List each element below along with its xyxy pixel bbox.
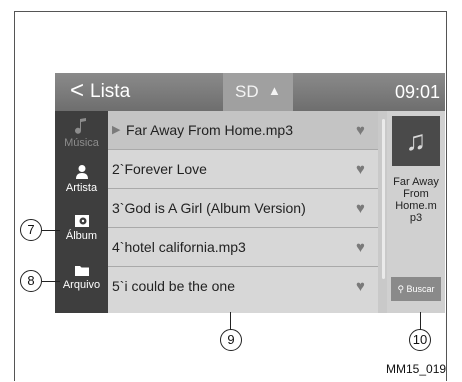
list-item[interactable]: 3`God is A Girl (Album Version) ♥	[108, 189, 378, 228]
header-bar: < Lista SD ▲ 09:01	[55, 73, 445, 111]
sidebar-item-arquivo[interactable]: Arquivo	[55, 258, 108, 308]
callout-7-leader	[42, 230, 60, 231]
person-icon	[75, 165, 88, 179]
sidebar-item-label: Artista	[65, 182, 98, 194]
track-title: 3`God is A Girl (Album Version)	[112, 200, 306, 216]
music-note-icon	[74, 118, 86, 134]
track-title: Far Away From Home.mp3	[126, 122, 294, 138]
now-playing-panel: ♫ Far Away From Home.m p3 ⚲ Buscar	[387, 111, 445, 313]
track-title: 4`hotel california.mp3	[112, 239, 246, 255]
list-item[interactable]: 5`i could be the one ♥	[108, 267, 378, 306]
callout-7: 7	[20, 219, 42, 241]
heart-icon[interactable]: ♥	[356, 122, 365, 139]
heart-icon[interactable]: ♥	[356, 200, 365, 217]
search-icon: ⚲	[397, 284, 405, 294]
now-playing-line: From	[403, 188, 429, 200]
callout-9-leader	[230, 312, 231, 330]
list-item[interactable]: 2`Forever Love ♥	[108, 150, 378, 189]
search-button-label: Buscar	[406, 284, 435, 294]
search-button[interactable]: ⚲ Buscar	[391, 277, 441, 301]
sidebar-item-artista[interactable]: Artista	[55, 158, 108, 208]
clock: 09:01	[394, 82, 440, 102]
category-sidebar: Música Artista Álbum Arquivo	[55, 111, 108, 313]
figure-reference: MM15_019	[386, 362, 447, 376]
sidebar-item-label: Álbum	[65, 230, 98, 242]
play-indicator-icon: ▶	[112, 124, 121, 136]
track-title: 5`i could be the one	[112, 278, 235, 294]
album-art-music-icon: ♫	[392, 116, 440, 166]
sidebar-item-label: Música	[64, 137, 99, 149]
album-icon	[74, 215, 89, 227]
source-label: SD	[235, 82, 259, 101]
callout-9: 9	[220, 329, 242, 351]
sidebar-item-musica[interactable]: Música	[55, 111, 108, 161]
list-item[interactable]: ▶ Far Away From Home.mp3 ♥	[108, 111, 378, 150]
track-list: ▶ Far Away From Home.mp3 ♥ 2`Forever Lov…	[108, 111, 378, 313]
callout-10-leader	[420, 312, 421, 330]
callout-8: 8	[20, 270, 42, 292]
heart-icon[interactable]: ♥	[356, 161, 365, 178]
folder-icon	[74, 266, 89, 276]
sidebar-item-label: Arquivo	[62, 279, 101, 291]
scrollbar[interactable]	[382, 119, 385, 279]
now-playing-title: Far Away From Home.m p3	[387, 176, 445, 224]
media-screen: < Lista SD ▲ 09:01 Música Artista Álbum …	[55, 73, 445, 313]
sidebar-item-album[interactable]: Álbum	[55, 208, 108, 258]
now-playing-line: Home.m	[395, 200, 437, 212]
callout-8-leader	[42, 281, 60, 282]
list-item[interactable]: 4`hotel california.mp3 ♥	[108, 228, 378, 267]
now-playing-line: Far Away	[393, 176, 439, 188]
now-playing-line: p3	[409, 212, 423, 224]
source-arrow-icon: ▲	[268, 83, 281, 98]
track-title: 2`Forever Love	[112, 161, 207, 177]
page-title: Lista	[90, 81, 131, 102]
heart-icon[interactable]: ♥	[356, 239, 365, 256]
callout-10: 10	[409, 329, 431, 351]
back-button[interactable]: <	[70, 78, 84, 104]
source-selector[interactable]: SD ▲	[223, 73, 293, 111]
heart-icon[interactable]: ♥	[356, 278, 365, 295]
